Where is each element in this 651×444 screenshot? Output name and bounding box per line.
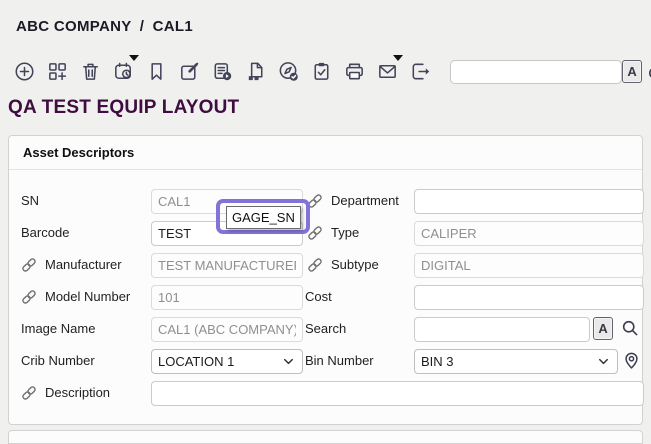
asset-descriptors-panel: Asset Descriptors SN Department Barcode … (8, 135, 643, 425)
search-font-a-button[interactable]: A (593, 317, 613, 340)
crib-number-value: LOCATION 1 (158, 354, 234, 369)
verify-gage-button[interactable] (276, 57, 300, 85)
compass-check-icon (277, 60, 300, 83)
email-dropdown-arrow-icon (393, 55, 403, 61)
document-hierarchy-icon (244, 60, 267, 83)
sn-label: SN (21, 193, 39, 208)
calendar-clock-icon (112, 60, 135, 83)
crib-number-select[interactable]: LOCATION 1 (151, 349, 303, 374)
description-label: Description (45, 385, 110, 400)
envelope-icon (376, 60, 399, 83)
bookmark-button[interactable] (144, 57, 168, 85)
bin-number-select[interactable]: BIN 3 (414, 349, 618, 374)
edit-button[interactable] (177, 57, 201, 85)
printer-icon (343, 60, 366, 83)
chevron-down-icon (596, 354, 611, 369)
bin-number-value: BIN 3 (421, 354, 454, 369)
department-input[interactable] (414, 189, 644, 214)
checklist-button[interactable] (309, 57, 333, 85)
export-button[interactable] (408, 57, 432, 85)
manufacturer-input[interactable] (151, 253, 303, 278)
crib-number-label: Crib Number (21, 353, 95, 368)
grid-plus-icon (46, 60, 69, 83)
type-label: Type (331, 225, 359, 240)
location-pin-icon[interactable] (621, 350, 642, 376)
breadcrumb-separator: / (136, 18, 148, 35)
panel-title: Asset Descriptors (23, 145, 134, 160)
email-button[interactable] (375, 57, 399, 85)
description-link-icon[interactable] (19, 383, 39, 408)
add-button[interactable] (12, 57, 36, 85)
toolbar (12, 57, 432, 85)
copy-structure-button[interactable] (243, 57, 267, 85)
bin-number-label: Bin Number (305, 353, 374, 368)
clipped-search-icon (646, 63, 651, 83)
model-number-input[interactable] (151, 285, 303, 310)
print-button[interactable] (342, 57, 366, 85)
search-magnifier-icon[interactable] (620, 318, 641, 344)
run-report-button[interactable] (210, 57, 234, 85)
subtype-link-icon[interactable] (305, 255, 325, 280)
breadcrumb-record[interactable]: CAL1 (153, 18, 193, 35)
box-arrow-right-icon (409, 60, 432, 83)
manufacturer-link-icon[interactable] (19, 255, 39, 280)
asset-search-input[interactable] (414, 317, 590, 342)
subtype-input[interactable] (414, 253, 644, 278)
breadcrumb-company[interactable]: ABC COMPANY (16, 18, 131, 35)
panel-header: Asset Descriptors (9, 136, 642, 170)
image-name-input[interactable] (151, 317, 303, 342)
barcode-label: Barcode (21, 225, 69, 240)
type-input[interactable] (414, 221, 644, 246)
bookmark-icon (145, 60, 168, 83)
search-label: Search (305, 321, 346, 336)
schedule-button[interactable] (111, 57, 135, 85)
toolbar-search-input[interactable] (450, 60, 622, 84)
add-layout-button[interactable] (45, 57, 69, 85)
model-number-link-icon[interactable] (19, 287, 39, 312)
next-panel-edge (8, 430, 643, 444)
breadcrumb: ABC COMPANY / CAL1 (16, 18, 193, 35)
cost-label: Cost (305, 289, 332, 304)
chevron-down-icon (281, 354, 296, 369)
page-title: QA TEST EQUIP LAYOUT (8, 97, 239, 119)
pencil-square-icon (178, 60, 201, 83)
document-play-icon (211, 60, 234, 83)
manufacturer-label: Manufacturer (45, 257, 122, 272)
cost-input[interactable] (414, 285, 644, 310)
image-name-label: Image Name (21, 321, 95, 336)
department-label: Department (331, 193, 399, 208)
clipboard-check-icon (310, 60, 333, 83)
delete-button[interactable] (78, 57, 102, 85)
toolbar-font-a-button[interactable]: A (622, 60, 642, 83)
trash-icon (79, 60, 102, 83)
field-tooltip: GAGE_SN (226, 206, 301, 229)
model-number-label: Model Number (45, 289, 130, 304)
description-input[interactable] (151, 381, 644, 406)
circle-plus-icon (13, 60, 36, 83)
schedule-dropdown-arrow-icon (129, 55, 139, 61)
subtype-label: Subtype (331, 257, 379, 272)
